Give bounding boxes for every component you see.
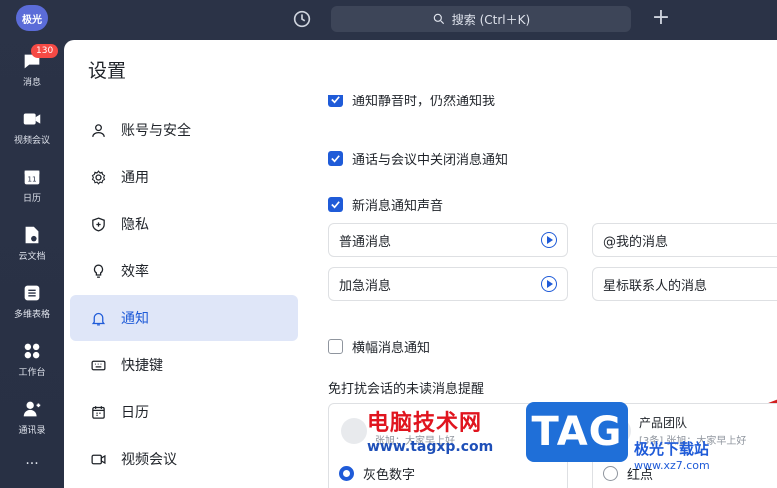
option-label: 横幅消息通知 (352, 341, 431, 356)
play-icon[interactable] (541, 276, 557, 292)
play-icon[interactable] (541, 232, 557, 248)
user-avatar[interactable]: 极光 (16, 5, 48, 31)
option-new-message-sound[interactable]: 新消息通知声音 (328, 195, 443, 214)
option-disable-during-call[interactable]: 通话与会议中关闭消息通知 (328, 149, 508, 168)
sound-label: 普通消息 (339, 234, 392, 250)
bell-icon (91, 312, 106, 326)
sound-starred-contact-message[interactable]: 星标联系人的消息 (592, 267, 777, 301)
calendar-icon: 11 (24, 170, 40, 185)
bulb-icon (93, 263, 104, 278)
rail-item-label: 视频会议 (13, 136, 50, 146)
rail-item-video-meeting[interactable]: 视频会议 (0, 108, 64, 158)
add-button[interactable]: + (650, 7, 672, 29)
option-banner-notification[interactable]: 横幅消息通知 (328, 337, 430, 356)
nav-item-general[interactable]: 通用 (70, 154, 298, 200)
person-icon (92, 123, 105, 137)
rail-item-bitable[interactable]: 多维表格 (0, 282, 64, 332)
rail-item-label: 云文档 (18, 252, 46, 262)
left-rail: 极光 130 消息 视频会议 11 日历 云文档 多维表格 工作台 通讯录 ··… (0, 0, 64, 488)
check-icon (331, 201, 340, 209)
option-label: 通话与会议中关闭消息通知 (352, 153, 509, 168)
keyboard-icon (91, 360, 106, 370)
nav-item-privacy[interactable]: 隐私 (70, 201, 298, 247)
search-input[interactable]: 搜索 (Ctrl＋K) (331, 6, 631, 32)
rail-item-more[interactable]: ··· (0, 456, 64, 488)
top-bar: 搜索 (Ctrl＋K) + (64, 0, 777, 40)
rail-item-messages[interactable]: 130 消息 (0, 44, 64, 100)
search-placeholder: 搜索 (Ctrl＋K) (451, 12, 531, 27)
nav-item-shortcuts[interactable]: 快捷键 (70, 342, 298, 388)
nav-item-calendar[interactable]: 日历 (70, 389, 298, 435)
search-icon (433, 13, 444, 25)
sound-label: @我的消息 (603, 234, 669, 250)
sound-label: 星标联系人的消息 (603, 278, 708, 294)
nav-item-label: 效率 (121, 264, 149, 280)
watermark-download-site: 极光下载站 www.xz7.com (634, 438, 710, 472)
contacts-icon (23, 401, 41, 417)
watermark-url: www.tagxp.com (367, 439, 494, 455)
radio-label: 灰色数字 (363, 468, 416, 483)
checkbox-checked[interactable] (328, 197, 343, 212)
table-icon (24, 285, 40, 301)
radio-gray-number[interactable]: 灰色数字 (339, 464, 415, 483)
nav-item-video-meeting[interactable]: 视频会议 (70, 436, 298, 482)
watermark-text: 极光下载站 (634, 440, 710, 458)
sound-normal-message[interactable]: 普通消息 (328, 223, 568, 257)
video-camera-icon (91, 454, 106, 464)
nav-item-label: 视频会议 (121, 452, 177, 468)
nav-item-label: 通知 (121, 311, 149, 327)
rail-item-label: 多维表格 (13, 310, 50, 320)
more-icon: ··· (25, 456, 39, 472)
nav-item-label: 日历 (121, 405, 149, 421)
gear-icon (91, 169, 106, 185)
check-icon (331, 96, 340, 104)
shield-icon (92, 216, 105, 232)
unread-badge: 130 (31, 44, 59, 58)
video-camera-icon (23, 113, 41, 125)
nav-item-label: 账号与安全 (121, 123, 191, 139)
app-root: 极光 130 消息 视频会议 11 日历 云文档 多维表格 工作台 通讯录 ··… (0, 0, 777, 488)
nav-item-notifications[interactable]: 通知 (70, 295, 298, 341)
option-notify-when-muted[interactable]: 通知静音时，仍然通知我 (328, 95, 495, 109)
nav-item-label: 快捷键 (121, 358, 163, 374)
preview-name: 产品团队 (639, 416, 688, 430)
settings-nav: 账号与安全 通用 隐私 效率 通知 快捷键 日历 视频会议 (64, 95, 304, 488)
history-button[interactable] (291, 8, 313, 30)
radio-unselected[interactable] (603, 466, 618, 481)
svg-text:11: 11 (27, 175, 36, 184)
nav-item-efficiency[interactable]: 效率 (70, 248, 298, 294)
nav-item-label: 通用 (121, 170, 149, 186)
option-label: 新消息通知声音 (352, 199, 444, 214)
sound-label: 加急消息 (339, 278, 392, 294)
checkbox-checked[interactable] (328, 95, 343, 107)
page-title: 设置 (88, 60, 127, 82)
rail-item-label: 通讯录 (18, 426, 46, 436)
avatar (341, 418, 367, 444)
history-clock-icon (293, 10, 311, 28)
watermark-tag-logo: TAG (526, 402, 628, 462)
rail-item-label: 日历 (22, 194, 41, 204)
rail-item-label: 消息 (22, 78, 41, 88)
dnd-reminder-label: 免打扰会话的未读消息提醒 (328, 382, 485, 397)
option-label: 通知静音时，仍然通知我 (352, 95, 496, 109)
rail-item-workplace[interactable]: 工作台 (0, 340, 64, 390)
watermark-text: 电脑技术网 (367, 411, 483, 436)
calendar-icon (92, 405, 105, 419)
checkbox-unchecked[interactable] (328, 339, 343, 354)
checkbox-checked[interactable] (328, 151, 343, 166)
check-icon (331, 155, 340, 163)
rail-item-label: 工作台 (18, 368, 46, 378)
rail-item-calendar[interactable]: 11 日历 (0, 166, 64, 216)
cloud-doc-icon (25, 226, 39, 244)
rail-item-cloud-docs[interactable]: 云文档 (0, 224, 64, 274)
watermark-url: www.xz7.com (634, 459, 710, 472)
watermark-site: 电脑技术网 www.tagxp.com (367, 405, 493, 455)
grid-apps-icon (24, 343, 40, 359)
nav-item-label: 隐私 (121, 217, 149, 233)
nav-item-account-security[interactable]: 账号与安全 (70, 107, 298, 153)
radio-selected[interactable] (339, 466, 354, 481)
rail-item-contacts[interactable]: 通讯录 (0, 398, 64, 448)
sound-mention-message[interactable]: @我的消息 (592, 223, 777, 257)
sound-urgent-message[interactable]: 加急消息 (328, 267, 568, 301)
